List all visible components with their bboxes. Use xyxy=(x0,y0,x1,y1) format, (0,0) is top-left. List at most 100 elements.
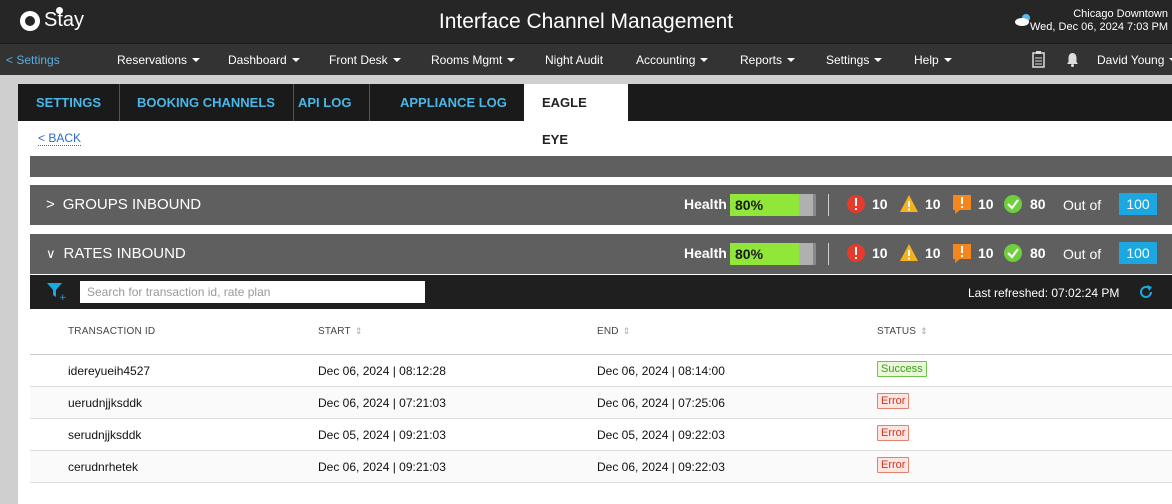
status-badge: Error xyxy=(877,393,910,409)
sort-icon[interactable]: ⇕ xyxy=(623,326,631,336)
tab-eagle-eye[interactable]: EAGLE EYE xyxy=(524,84,628,147)
health-bar: 80% xyxy=(730,194,816,216)
chevron-down-icon xyxy=(392,58,401,62)
table-row[interactable]: cerudnrhetek Dec 06, 2024 | 09:21:03 Dec… xyxy=(30,451,1172,483)
cell-start: Dec 06, 2024 | 08:12:28 xyxy=(318,364,446,378)
cell-start: Dec 05, 2024 | 09:21:03 xyxy=(318,428,446,442)
page-title: Interface Channel Management xyxy=(438,10,734,33)
out-of-label: Out of xyxy=(1063,197,1102,213)
warning-icon xyxy=(899,129,919,149)
chevron-down-icon xyxy=(787,58,796,62)
nav-item-front-desk[interactable]: Front Desk xyxy=(329,53,401,67)
nav-back-settings[interactable]: < Settings xyxy=(6,53,60,67)
section-title-text: RATES INBOUND xyxy=(63,245,186,262)
warning-icon xyxy=(900,195,918,212)
alert-icon xyxy=(953,244,971,263)
error-count: 10 xyxy=(872,196,888,212)
total-count: 100 xyxy=(1119,128,1157,150)
col-transaction-id[interactable]: TRANSACTION ID xyxy=(68,326,155,337)
nav-label: Reports xyxy=(740,53,783,67)
svg-text:+: + xyxy=(59,293,66,301)
section-title: ∨ RATES INBOUND xyxy=(46,245,186,262)
nav-item-accounting[interactable]: Accounting xyxy=(636,53,709,67)
tab-appliance-log[interactable]: APPLIANCE LOG xyxy=(382,84,526,121)
warning-count: 10 xyxy=(925,131,941,147)
section-title-text: GROUPS OUTBOUND xyxy=(62,131,218,148)
status-badge: Error xyxy=(877,425,910,441)
table-row[interactable]: serudnjjksddk Dec 05, 2024 | 09:21:03 De… xyxy=(30,419,1172,451)
tab-settings[interactable]: SETTINGS xyxy=(18,84,121,121)
cell-id: uerudnjjksddk xyxy=(68,396,143,410)
nav-label: Help xyxy=(914,53,939,67)
nav-item-help[interactable]: Help xyxy=(914,53,952,67)
cell-start: Dec 06, 2024 | 07:21:03 xyxy=(318,396,446,410)
success-icon xyxy=(1004,195,1022,213)
section-title-text: GROUPS INBOUND xyxy=(62,196,202,213)
table-header: TRANSACTION ID START ⇕ END ⇕ STATUS ⇕ xyxy=(30,309,1172,355)
error-icon xyxy=(846,129,866,149)
sort-icon[interactable]: ⇕ xyxy=(920,326,928,336)
main-nav: < Settings Reservations Dashboard Front … xyxy=(0,43,1172,75)
health-bar: 80% xyxy=(730,243,816,265)
nav-label: Night Audit xyxy=(545,53,604,67)
total-count: 100 xyxy=(1119,242,1157,264)
success-count: 80 xyxy=(1030,196,1046,212)
col-status[interactable]: STATUS ⇕ xyxy=(877,326,928,337)
chevron-down-icon xyxy=(700,58,709,62)
search-input[interactable] xyxy=(80,281,425,303)
health-bar-remainder xyxy=(798,194,813,216)
health-bar: 80% xyxy=(730,129,816,151)
section-groups-outbound[interactable]: > GROUPS OUTBOUND Health 80% 10 10 10 80 … xyxy=(30,156,1172,177)
nav-item-reports[interactable]: Reports xyxy=(740,53,796,67)
tab-booking-channels[interactable]: BOOKING CHANNELS xyxy=(119,84,294,121)
sort-icon[interactable]: ⇕ xyxy=(355,326,363,336)
health-label: Health xyxy=(684,131,727,147)
clipboard-icon[interactable] xyxy=(1032,51,1045,68)
cell-id: cerudnrhetek xyxy=(68,460,139,474)
cell-end: Dec 05, 2024 | 09:22:03 xyxy=(597,428,725,442)
nav-item-dashboard[interactable]: Dashboard xyxy=(228,53,300,67)
user-menu[interactable]: David Young xyxy=(1097,53,1172,67)
out-of-label: Out of xyxy=(1063,246,1102,262)
divider xyxy=(828,129,829,151)
warning-count: 10 xyxy=(925,196,941,212)
error-count: 10 xyxy=(872,131,888,147)
table-row[interactable]: uerudnjjksddk Dec 06, 2024 | 07:21:03 De… xyxy=(30,387,1172,419)
tab-api-log[interactable]: API LOG xyxy=(280,84,371,121)
chevron-down-icon xyxy=(874,58,883,62)
filter-icon[interactable]: + xyxy=(46,281,66,301)
col-start[interactable]: START ⇕ xyxy=(318,326,363,337)
chevron-down-icon xyxy=(291,58,300,62)
back-link[interactable]: < BACK xyxy=(38,132,82,146)
tab-bar: SETTINGS BOOKING CHANNELS API LOG APPLIA… xyxy=(18,84,1172,147)
success-count: 80 xyxy=(1030,245,1046,261)
chevron-right-icon: > xyxy=(46,196,55,213)
bell-icon[interactable] xyxy=(1066,52,1079,67)
error-icon xyxy=(847,244,865,262)
col-label: TRANSACTION ID xyxy=(68,326,156,337)
warning-count: 10 xyxy=(925,245,941,261)
health-fill: 80% xyxy=(730,194,799,216)
col-end[interactable]: END ⇕ xyxy=(597,326,630,337)
cell-end: Dec 06, 2024 | 09:22:03 xyxy=(597,460,725,474)
col-label: START xyxy=(318,326,351,337)
chevron-down-icon xyxy=(943,58,952,62)
refresh-icon[interactable] xyxy=(1138,284,1154,300)
success-count: 80 xyxy=(1030,131,1046,147)
error-icon xyxy=(847,195,865,213)
nav-item-reservations[interactable]: Reservations xyxy=(117,53,201,67)
nav-item-settings[interactable]: Settings xyxy=(826,53,883,67)
health-bar-remainder xyxy=(799,129,813,151)
nav-label: Front Desk xyxy=(329,53,388,67)
warning-icon xyxy=(900,244,918,261)
section-groups-inbound[interactable]: > GROUPS INBOUND Health 80% 10 10 10 80 O… xyxy=(30,185,1172,225)
nav-item-night-audit[interactable]: Night Audit xyxy=(545,53,603,67)
nav-label: Rooms Mgmt xyxy=(431,53,503,67)
table-row[interactable]: idereyueih4527 Dec 06, 2024 | 08:12:28 D… xyxy=(30,355,1172,387)
section-rates-inbound[interactable]: ∨ RATES INBOUND Health 80% 10 10 10 80 Ou… xyxy=(30,234,1172,274)
nav-label: Accounting xyxy=(636,53,696,67)
alert-icon xyxy=(953,195,971,214)
last-refreshed: Last refreshed: 07:02:24 PM xyxy=(968,286,1120,300)
success-icon xyxy=(1003,129,1023,149)
nav-item-rooms-mgmt[interactable]: Rooms Mgmt xyxy=(431,53,516,67)
